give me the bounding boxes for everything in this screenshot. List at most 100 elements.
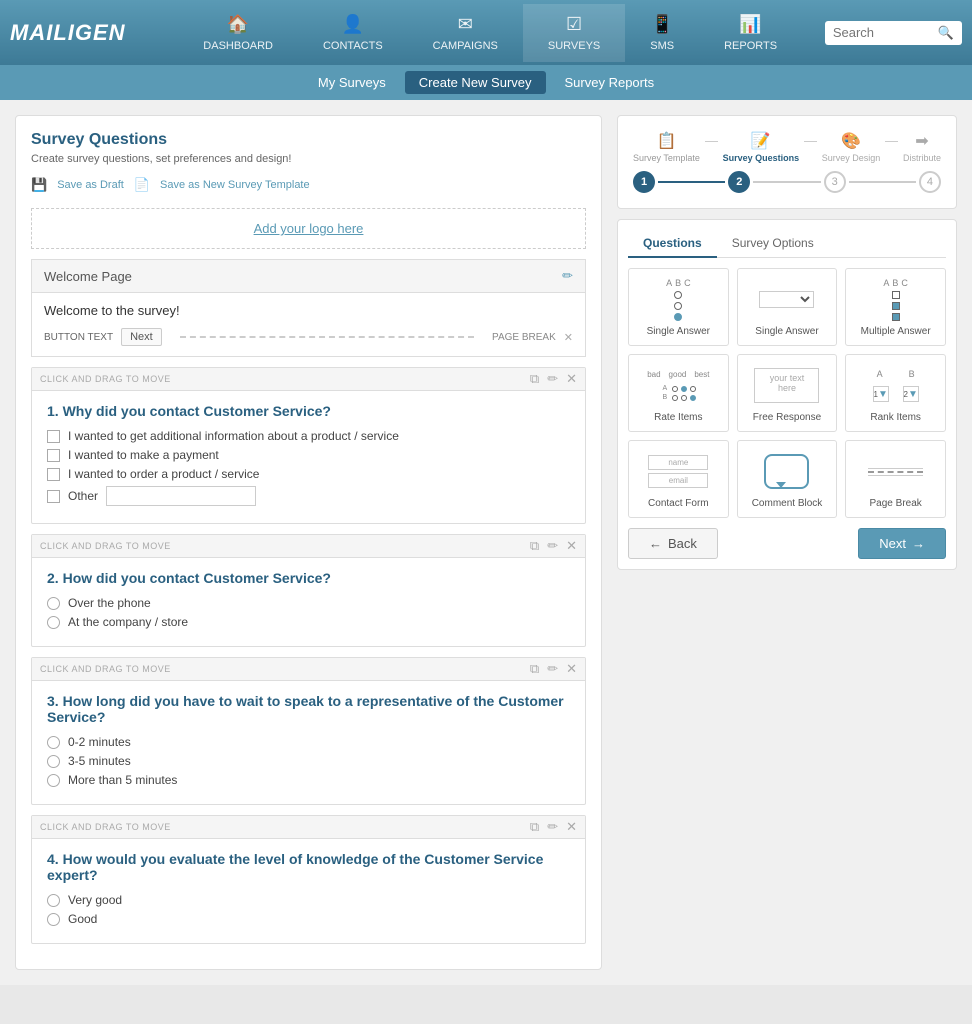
- question-3-copy-icon[interactable]: ⧉: [530, 661, 539, 677]
- reports-icon: 📊: [739, 14, 761, 35]
- next-button[interactable]: Next →: [858, 528, 946, 559]
- nav-contacts[interactable]: 👤 CONTACTS: [298, 4, 408, 62]
- tab-survey-options[interactable]: Survey Options: [717, 230, 829, 258]
- radio-4-1[interactable]: [47, 894, 60, 907]
- question-4-copy-icon[interactable]: ⧉: [530, 819, 539, 835]
- question-3-drag-bar: CLICK AND DRAG TO MOVE ⧉ ✏ ✕: [32, 658, 585, 681]
- question-1-delete-icon[interactable]: ✕: [566, 371, 577, 387]
- q-type-rank-items-label: Rank Items: [870, 412, 921, 423]
- app-logo: MAILIGEN: [10, 20, 126, 46]
- subnav-create-survey[interactable]: Create New Survey: [405, 71, 546, 94]
- wizard-step-3[interactable]: 🎨 Survey Design: [822, 131, 881, 163]
- panel-title: Survey Questions: [31, 131, 586, 149]
- subnav-my-surveys[interactable]: My Surveys: [304, 71, 400, 94]
- wizard-step-4-icon: ➡: [915, 131, 928, 151]
- radio-4-2[interactable]: [47, 913, 60, 926]
- nav-sms[interactable]: 📱 SMS: [625, 4, 699, 62]
- nav-reports[interactable]: 📊 REPORTS: [699, 4, 802, 62]
- wizard-line-3: [885, 141, 898, 142]
- rank-items-visual: AB 1 ▼ 2 ▼: [873, 363, 919, 408]
- radio-3-2[interactable]: [47, 755, 60, 768]
- question-1-option-1: I wanted to get additional information a…: [47, 429, 570, 443]
- question-4-content: 4. How would you evaluate the level of k…: [32, 839, 585, 943]
- nav-campaigns[interactable]: ✉ CAMPAIGNS: [408, 4, 523, 62]
- welcome-page-edit-icon[interactable]: ✏: [562, 268, 573, 284]
- save-draft-button[interactable]: Save as Draft: [57, 177, 124, 193]
- subnav-survey-reports[interactable]: Survey Reports: [551, 71, 669, 94]
- wizard-line-2: [804, 141, 817, 142]
- other-input-1[interactable]: [106, 486, 256, 506]
- q-type-multiple-answer[interactable]: ABC Multiple Answer: [845, 268, 946, 346]
- button-label: BUTTON TEXT: [44, 332, 113, 343]
- question-4-delete-icon[interactable]: ✕: [566, 819, 577, 835]
- q-type-page-break[interactable]: Page Break: [845, 440, 946, 518]
- q-type-single-answer-radio[interactable]: ABC Single Answer: [628, 268, 729, 346]
- nav-surveys[interactable]: ☑ SURVEYS: [523, 4, 625, 62]
- q-type-contact-form[interactable]: name email Contact Form: [628, 440, 729, 518]
- next-arrow-icon: →: [912, 536, 925, 551]
- add-logo-link[interactable]: Add your logo here: [254, 221, 364, 236]
- wizard-step-2[interactable]: 📝 Survey Questions: [723, 131, 800, 163]
- radio-2-1[interactable]: [47, 597, 60, 610]
- page-break-line: [180, 336, 474, 338]
- search-input[interactable]: [833, 25, 933, 40]
- checkbox-1-2[interactable]: [47, 449, 60, 462]
- wizard-step-4[interactable]: ➡ Distribute: [903, 131, 941, 163]
- q-type-rate-items[interactable]: badgoodbest A B: [628, 354, 729, 432]
- question-2-title: 2. How did you contact Customer Service?: [47, 570, 570, 586]
- step-circle-4: 4: [919, 171, 941, 193]
- q-type-contact-form-label: Contact Form: [648, 498, 709, 509]
- back-button[interactable]: ← ← Back Back: [628, 528, 718, 559]
- action-buttons: 💾 Save as Draft 📄 Save as New Survey Tem…: [31, 177, 586, 193]
- question-4-title: 4. How would you evaluate the level of k…: [47, 851, 570, 883]
- page-break-close-icon[interactable]: ✕: [564, 331, 573, 344]
- checkbox-1-3[interactable]: [47, 468, 60, 481]
- q-type-single-answer-dropdown[interactable]: Single Answer: [737, 268, 838, 346]
- welcome-text: Welcome to the survey!: [44, 303, 573, 318]
- search-icon[interactable]: 🔍: [938, 25, 954, 41]
- checkbox-1-4[interactable]: [47, 490, 60, 503]
- welcome-button-row: BUTTON TEXT Next PAGE BREAK ✕: [44, 328, 573, 346]
- question-2-content: 2. How did you contact Customer Service?…: [32, 558, 585, 646]
- question-4-option-2: Good: [47, 912, 570, 926]
- question-2-delete-icon[interactable]: ✕: [566, 538, 577, 554]
- welcome-page-header: Welcome Page ✏: [31, 259, 586, 293]
- wizard-step-1[interactable]: 📋 Survey Template: [633, 131, 700, 163]
- logo-upload-area[interactable]: Add your logo here: [31, 208, 586, 249]
- nav-items: 🏠 DASHBOARD 👤 CONTACTS ✉ CAMPAIGNS ☑ SUR…: [156, 4, 825, 62]
- radio-2-2[interactable]: [47, 616, 60, 629]
- question-3-delete-icon[interactable]: ✕: [566, 661, 577, 677]
- question-4-drag-bar: CLICK AND DRAG TO MOVE ⧉ ✏ ✕: [32, 816, 585, 839]
- question-1-option-4: Other: [47, 486, 570, 506]
- welcome-page-body: Welcome to the survey! BUTTON TEXT Next …: [31, 293, 586, 357]
- step-circle-1: 1: [633, 171, 655, 193]
- q-type-rank-items[interactable]: AB 1 ▼ 2 ▼ Rank Items: [845, 354, 946, 432]
- question-2-edit-icon[interactable]: ✏: [547, 538, 558, 554]
- question-4-edit-icon[interactable]: ✏: [547, 819, 558, 835]
- nav-dashboard[interactable]: 🏠 DASHBOARD: [178, 4, 298, 62]
- question-3-edit-icon[interactable]: ✏: [547, 661, 558, 677]
- radio-3-1[interactable]: [47, 736, 60, 749]
- wizard-step-2-label: Survey Questions: [723, 153, 800, 163]
- drag-label-1: CLICK AND DRAG TO MOVE: [40, 374, 171, 384]
- question-types-grid: ABC Single Answer: [628, 268, 946, 518]
- main-content: Survey Questions Create survey questions…: [0, 100, 972, 985]
- contacts-icon: 👤: [342, 14, 364, 35]
- right-panel: 📋 Survey Template 📝 Survey Questions 🎨 S…: [617, 115, 957, 970]
- radio-3-3[interactable]: [47, 774, 60, 787]
- q-type-comment-block[interactable]: Comment Block: [737, 440, 838, 518]
- question-block-3: CLICK AND DRAG TO MOVE ⧉ ✏ ✕ 3. How long…: [31, 657, 586, 805]
- question-2-drag-bar: CLICK AND DRAG TO MOVE ⧉ ✏ ✕: [32, 535, 585, 558]
- question-1-edit-icon[interactable]: ✏: [547, 371, 558, 387]
- welcome-next-button[interactable]: Next: [121, 328, 162, 346]
- sms-icon: 📱: [651, 14, 673, 35]
- question-2-copy-icon[interactable]: ⧉: [530, 538, 539, 554]
- checkbox-1-1[interactable]: [47, 430, 60, 443]
- question-3-option-1: 0-2 minutes: [47, 735, 570, 749]
- tab-questions[interactable]: Questions: [628, 230, 717, 258]
- q-type-free-response[interactable]: your text here Free Response: [737, 354, 838, 432]
- question-1-copy-icon[interactable]: ⧉: [530, 371, 539, 387]
- question-1-title: 1. Why did you contact Customer Service?: [47, 403, 570, 419]
- welcome-page-label: Welcome Page: [44, 269, 132, 284]
- save-template-button[interactable]: Save as New Survey Template: [160, 177, 310, 193]
